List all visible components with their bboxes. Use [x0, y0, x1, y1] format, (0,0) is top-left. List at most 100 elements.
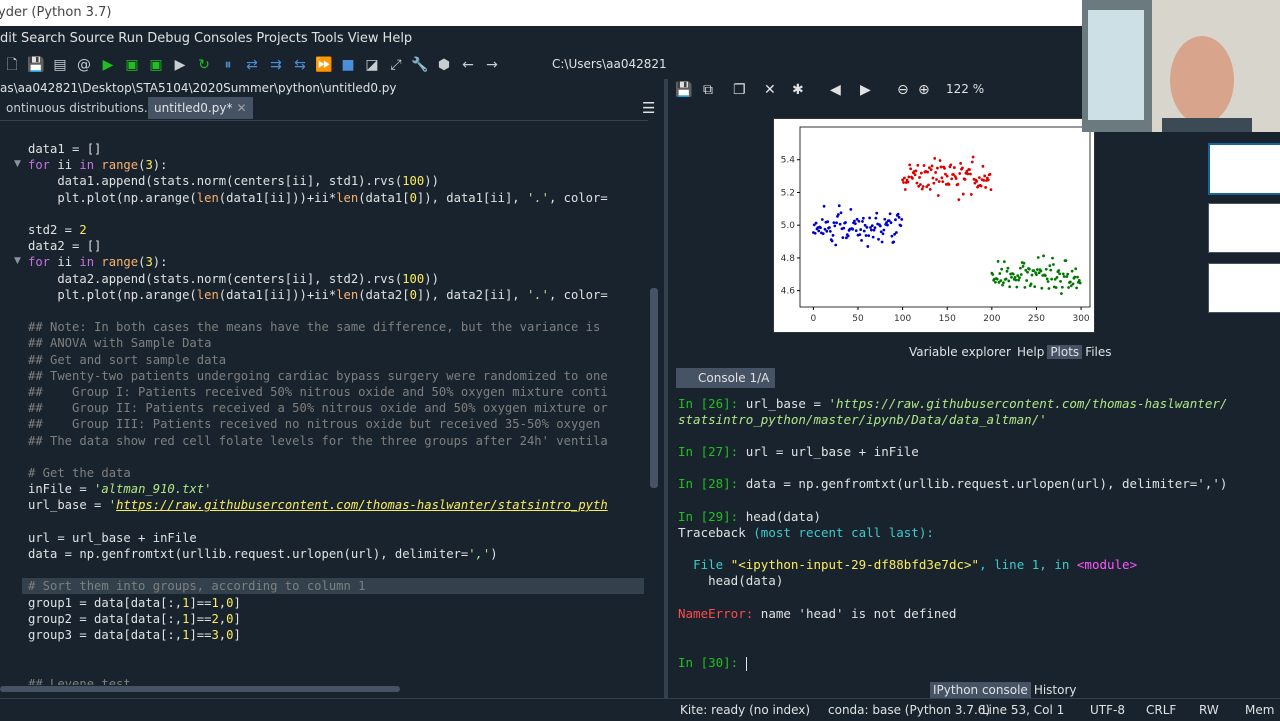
run-selection-icon[interactable]: ▶	[169, 54, 191, 76]
data-point	[926, 170, 929, 174]
data-point	[919, 183, 922, 186]
code-editor[interactable]: data1 = [] ▼ for ii in range(3): data1.app…	[0, 120, 648, 685]
step-return-icon[interactable]: ⇆	[289, 54, 311, 76]
remove-all-plots-icon[interactable]: ✱	[792, 82, 804, 98]
tab-help[interactable]: Help	[1014, 345, 1047, 359]
previous-plot-icon[interactable]: ◀	[830, 82, 841, 98]
step-into-icon[interactable]: ⇉	[265, 54, 287, 76]
back-arrow-icon[interactable]: ←	[457, 54, 479, 76]
run-cell-advance-icon[interactable]: ▣	[145, 54, 167, 76]
step-icon[interactable]: ⇄	[241, 54, 263, 76]
data-point	[937, 180, 941, 183]
data-point	[983, 174, 987, 178]
menu-debug[interactable]: Debug	[147, 31, 190, 46]
data-point	[975, 179, 979, 183]
preferences-icon[interactable]: 🔧	[409, 54, 431, 76]
python-path-icon[interactable]: ⬢	[433, 54, 455, 76]
data-point	[928, 187, 932, 191]
data-point	[996, 259, 1000, 263]
run-cell-icon[interactable]: ▣	[121, 54, 143, 76]
tab-ipython-console[interactable]: IPython console	[930, 682, 1031, 698]
data-point	[1057, 269, 1061, 272]
tab-untitled0[interactable]: untitled0.py* ✕	[148, 97, 253, 119]
editor-hscroll-thumb[interactable]	[0, 686, 400, 692]
at-icon[interactable]: @	[73, 54, 95, 76]
rerun-icon[interactable]: ↻	[193, 54, 215, 76]
cursor-position: Line 53, Col 1	[982, 703, 1065, 717]
menu-run[interactable]: Run	[118, 31, 143, 46]
remove-plot-icon[interactable]: ✕	[764, 82, 776, 98]
fullscreen-icon[interactable]: ⤢	[385, 54, 407, 76]
tab-files[interactable]: Files	[1082, 345, 1114, 359]
continue-icon[interactable]: ⏩	[313, 54, 335, 76]
code-line: data = np.genfromtxt(urllib.request.urlo…	[28, 547, 498, 561]
data-point	[857, 219, 861, 223]
copy-plot-icon[interactable]: ❐	[733, 82, 746, 98]
save-all-icon[interactable]: ▤	[49, 54, 71, 76]
debug-icon[interactable]: ⏸	[217, 54, 239, 76]
tab-variable-explorer[interactable]: Variable explorer	[906, 345, 1014, 359]
code-line: data2.append(stats.norm(centers[ii], std…	[28, 271, 439, 286]
working-directory[interactable]: C:\Users\aa042821	[552, 57, 667, 71]
code-line: group1 = data[data[:,1]==1,0]	[28, 595, 241, 610]
plot-thumbnail[interactable]	[1208, 203, 1280, 253]
zoom-out-icon[interactable]: ⊖	[897, 82, 909, 98]
data-point	[833, 224, 837, 228]
plot-figure: 0 50 100 150 200 250 300 4.6 4.8 5.0 5.2 5.4	[773, 118, 1095, 333]
maximize-pane-icon[interactable]: ◪	[361, 54, 383, 76]
code-line: std2 = 2	[28, 223, 87, 237]
menu-view[interactable]: View	[348, 31, 379, 46]
data-point	[971, 155, 975, 159]
save-icon[interactable]: 💾	[25, 54, 47, 76]
editor-scroll-thumb[interactable]	[650, 288, 658, 488]
run-icon[interactable]: ▶	[97, 54, 119, 76]
console-tab[interactable]: Console 1/A	[676, 368, 776, 388]
zoom-in-icon[interactable]: ⊕	[918, 82, 930, 98]
menu-help[interactable]: Help	[383, 31, 413, 46]
data-point	[1023, 286, 1027, 289]
file-path: as\aa042821\Desktop\STA5104\2020Summer\p…	[0, 79, 670, 97]
data-point	[1051, 256, 1054, 260]
data-point	[940, 176, 944, 180]
menu-search[interactable]: Search	[21, 31, 66, 46]
data-point	[822, 204, 826, 208]
tab-plots[interactable]: Plots	[1047, 345, 1083, 359]
new-file-icon[interactable]: 🗋	[1, 54, 23, 76]
data-point	[1006, 266, 1010, 270]
data-point	[1064, 259, 1068, 263]
forward-arrow-icon[interactable]: →	[481, 54, 503, 76]
data-point	[949, 163, 953, 167]
plot-thumbnail[interactable]	[1208, 263, 1280, 313]
pane-splitter[interactable]	[664, 79, 668, 698]
menu-source[interactable]: Source	[70, 31, 115, 46]
save-all-plots-icon[interactable]: ⧉	[703, 82, 713, 98]
data-point	[981, 164, 985, 168]
menu-consoles[interactable]: Consoles	[194, 31, 252, 46]
plot-thumbnail[interactable]	[1208, 143, 1280, 195]
data-point	[1029, 282, 1033, 286]
next-plot-icon[interactable]: ▶	[860, 82, 871, 98]
console-line: In [26]: url_base = 'https://raw.githubu…	[678, 396, 1228, 411]
menu-dit[interactable]: dit	[0, 31, 17, 46]
data-point	[1015, 285, 1019, 289]
menu-projects[interactable]: Projects	[256, 31, 307, 46]
memory-status: Mem	[1245, 703, 1275, 717]
fold-arrow-icon[interactable]: ▼	[14, 159, 21, 169]
data-point	[977, 176, 981, 180]
code-line: ## Get and sort sample data	[28, 352, 227, 367]
console-line: statsintro_python/master/ipynb/Data/data…	[678, 412, 1047, 427]
data-point	[832, 221, 836, 225]
stop-icon[interactable]: ■	[337, 54, 359, 76]
ipython-console[interactable]: In [26]: url_base = 'https://raw.githubu…	[672, 390, 1280, 680]
menu-tools[interactable]: Tools	[312, 31, 344, 46]
fold-arrow-icon[interactable]: ▼	[14, 256, 21, 266]
data-point	[861, 216, 865, 220]
tab-history[interactable]: History	[1031, 682, 1080, 698]
data-point	[836, 213, 840, 216]
options-menu-icon[interactable]: ☰	[642, 99, 655, 117]
data-point	[1000, 267, 1004, 271]
data-point	[1010, 275, 1013, 279]
close-icon[interactable]: ✕	[236, 101, 246, 115]
save-plot-icon[interactable]: 💾	[675, 82, 692, 98]
code-line: data1.append(stats.norm(centers[ii], std…	[28, 174, 439, 189]
